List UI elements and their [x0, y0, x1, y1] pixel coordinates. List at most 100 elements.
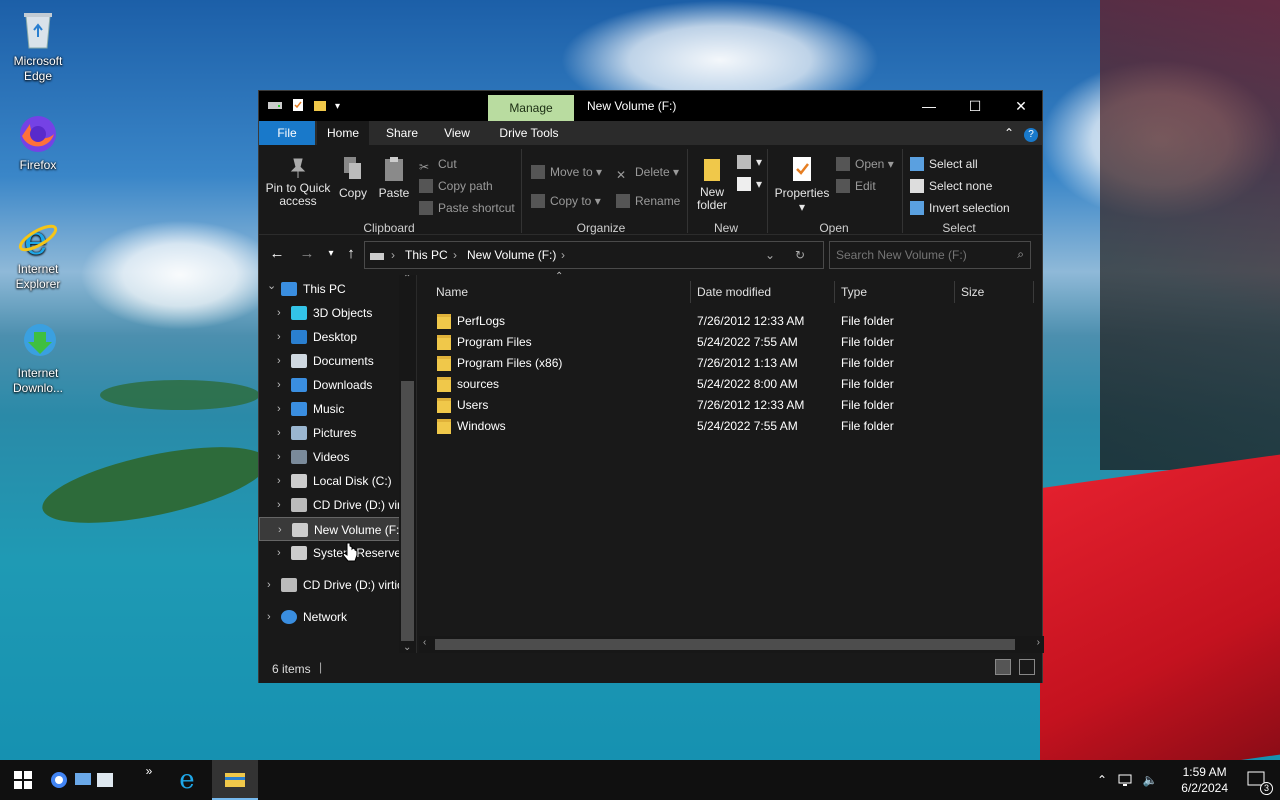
copy-to-button[interactable]: Copy to ▾ — [531, 194, 601, 208]
column-separator[interactable] — [954, 281, 955, 303]
chevron-right-icon[interactable]: › — [277, 325, 281, 349]
select-all-button[interactable]: Select all — [910, 157, 978, 171]
refresh-icon[interactable]: ↻ — [795, 248, 805, 262]
network-tray-icon[interactable] — [1116, 760, 1136, 800]
file-row[interactable]: Users 7/26/2012 12:33 AM File folder — [419, 395, 1042, 416]
address-bar[interactable]: › This PC › New Volume (F:) › ⌄ ↻ — [364, 241, 824, 269]
file-row[interactable]: Windows 5/24/2022 7:55 AM File folder — [419, 416, 1042, 437]
nav-item-videos[interactable]: › Videos — [259, 445, 401, 469]
address-dropdown-icon[interactable]: ⌄ — [765, 248, 775, 262]
desktop-icon-edge[interactable]: Microsoft Edge — [0, 8, 76, 84]
copy-button[interactable]: Copy — [337, 155, 369, 200]
maximize-button[interactable]: ☐ — [952, 91, 998, 121]
large-icons-view-icon[interactable] — [1019, 659, 1035, 675]
nav-item-cd-drive-d-virtio[interactable]: › CD Drive (D:) virtio — [259, 573, 401, 597]
nav-item-this-pc[interactable]: ⌄ This PC — [259, 277, 401, 301]
chevron-right-icon[interactable]: › — [278, 518, 282, 540]
nav-item-local-disk-c[interactable]: › Local Disk (C:) — [259, 469, 401, 493]
taskbar-overflow-icon[interactable]: » — [138, 760, 160, 800]
close-button[interactable]: ✕ — [998, 91, 1044, 121]
taskbar-clock[interactable]: 1:59 AM 6/2/2024 — [1181, 764, 1228, 796]
file-row[interactable]: Program Files (x86) 7/26/2012 1:13 AM File… — [419, 353, 1042, 374]
chevron-right-icon[interactable]: › — [277, 373, 281, 397]
search-icon[interactable]: ⌕ — [1017, 247, 1024, 262]
delete-button[interactable]: ✕ Delete ▾ — [616, 165, 679, 182]
chevron-right-icon[interactable]: › — [267, 573, 271, 597]
scroll-right-icon[interactable]: › — [1037, 637, 1040, 648]
column-header-name[interactable]: Name — [436, 285, 468, 299]
select-none-button[interactable]: Select none — [910, 179, 992, 193]
paste-button[interactable]: Paste — [377, 155, 411, 200]
properties-icon[interactable] — [291, 98, 305, 115]
nav-item-desktop[interactable]: › Desktop — [259, 325, 401, 349]
desktop-icon-idm[interactable]: Internet Downlo... — [0, 320, 76, 396]
file-explorer-taskbar-icon[interactable] — [212, 760, 258, 800]
tab-file[interactable]: File — [259, 121, 315, 145]
nav-item-downloads[interactable]: › Downloads — [259, 373, 401, 397]
nav-item-new-volume-f[interactable]: › New Volume (F:) — [259, 517, 401, 541]
minimize-button[interactable]: — — [906, 91, 952, 121]
column-separator[interactable] — [690, 281, 691, 303]
horizontal-scrollbar[interactable]: ‹ › — [419, 636, 1044, 653]
customize-toolbar-icon[interactable]: ▾ — [335, 101, 340, 112]
up-button[interactable]: ↑ — [341, 245, 361, 262]
chevron-down-icon[interactable]: ⌄ — [267, 277, 276, 298]
nav-item-cd-drive-d-virt[interactable]: › CD Drive (D:) virt — [259, 493, 401, 517]
chevron-right-icon[interactable]: › — [277, 397, 281, 421]
properties-button[interactable]: Properties ▾ — [773, 155, 831, 214]
chevron-right-icon[interactable]: › — [277, 493, 281, 517]
tab-home[interactable]: Home — [317, 121, 369, 145]
scroll-left-icon[interactable]: ‹ — [423, 637, 426, 648]
details-view-icon[interactable] — [995, 659, 1011, 675]
tab-manage[interactable]: Manage — [488, 95, 574, 121]
breadcrumb-new-volume[interactable]: New Volume (F:) — [467, 248, 556, 262]
column-header-date-modified[interactable]: Date modified — [697, 285, 771, 299]
desktop-icon-firefox[interactable]: Firefox — [0, 112, 76, 173]
rename-button[interactable]: Rename — [616, 194, 680, 208]
back-button[interactable]: ← — [267, 245, 287, 262]
server-manager-taskbar-icon[interactable] — [72, 760, 94, 800]
chrome-taskbar-icon[interactable] — [48, 760, 70, 800]
column-header-size[interactable]: Size — [961, 285, 984, 299]
cut-button[interactable]: ✂ Cut — [419, 157, 457, 174]
chevron-right-icon[interactable]: › — [277, 541, 281, 565]
nav-vertical-scrollbar[interactable]: ⌃ ⌄ — [399, 275, 416, 653]
nav-item-documents[interactable]: › Documents — [259, 349, 401, 373]
chevron-right-icon[interactable]: › — [277, 301, 281, 325]
internet-explorer-taskbar-icon[interactable]: e — [164, 760, 210, 800]
file-row[interactable]: Program Files 5/24/2022 7:55 AM File folde… — [419, 332, 1042, 353]
chevron-right-icon[interactable]: › — [267, 605, 271, 629]
tab-share[interactable]: Share — [377, 121, 427, 145]
desktop-icon-internet-explorer[interactable]: e Internet Explorer — [0, 216, 76, 292]
task-manager-taskbar-icon[interactable] — [94, 760, 116, 800]
notification-center-icon[interactable]: 3 — [1234, 760, 1280, 800]
recent-locations-button[interactable]: ▾ — [321, 248, 341, 259]
paste-shortcut-button[interactable]: Paste shortcut — [419, 201, 515, 215]
search-input[interactable] — [836, 248, 1006, 262]
start-button[interactable] — [0, 760, 46, 800]
easy-access-button[interactable]: ▾ — [737, 177, 762, 191]
collapse-ribbon-icon[interactable]: ⌃ — [999, 121, 1019, 145]
copy-path-button[interactable]: Copy path — [419, 179, 493, 193]
nav-item-music[interactable]: › Music — [259, 397, 401, 421]
new-folder-button[interactable]: New folder — [693, 155, 731, 212]
move-to-button[interactable]: Move to ▾ — [531, 165, 602, 179]
volume-muted-icon[interactable]: 🔈 — [1140, 760, 1160, 800]
nav-item-pictures[interactable]: › Pictures — [259, 421, 401, 445]
file-row[interactable]: sources 5/24/2022 8:00 AM File folder — [419, 374, 1042, 395]
tab-drive-tools[interactable]: Drive Tools — [491, 121, 567, 145]
help-icon[interactable]: ? — [1023, 121, 1039, 145]
horizontal-scroll-thumb[interactable] — [435, 639, 1015, 650]
forward-button[interactable]: → — [297, 245, 317, 262]
chevron-right-icon[interactable]: › — [277, 469, 281, 493]
show-hidden-icons[interactable]: ⌃ — [1092, 760, 1112, 800]
tab-view[interactable]: View — [435, 121, 479, 145]
nav-item-system-reserved[interactable]: ›System Reserved — [259, 541, 401, 565]
column-separator[interactable] — [834, 281, 835, 303]
nav-item-3d-objects[interactable]: › 3D Objects — [259, 301, 401, 325]
column-separator[interactable] — [1033, 281, 1034, 303]
scroll-up-icon[interactable]: ⌃ — [403, 275, 411, 284]
search-box[interactable]: ⌕ — [829, 241, 1031, 269]
open-button[interactable]: Open ▾ — [836, 157, 894, 171]
new-item-button[interactable]: ▾ — [737, 155, 762, 169]
